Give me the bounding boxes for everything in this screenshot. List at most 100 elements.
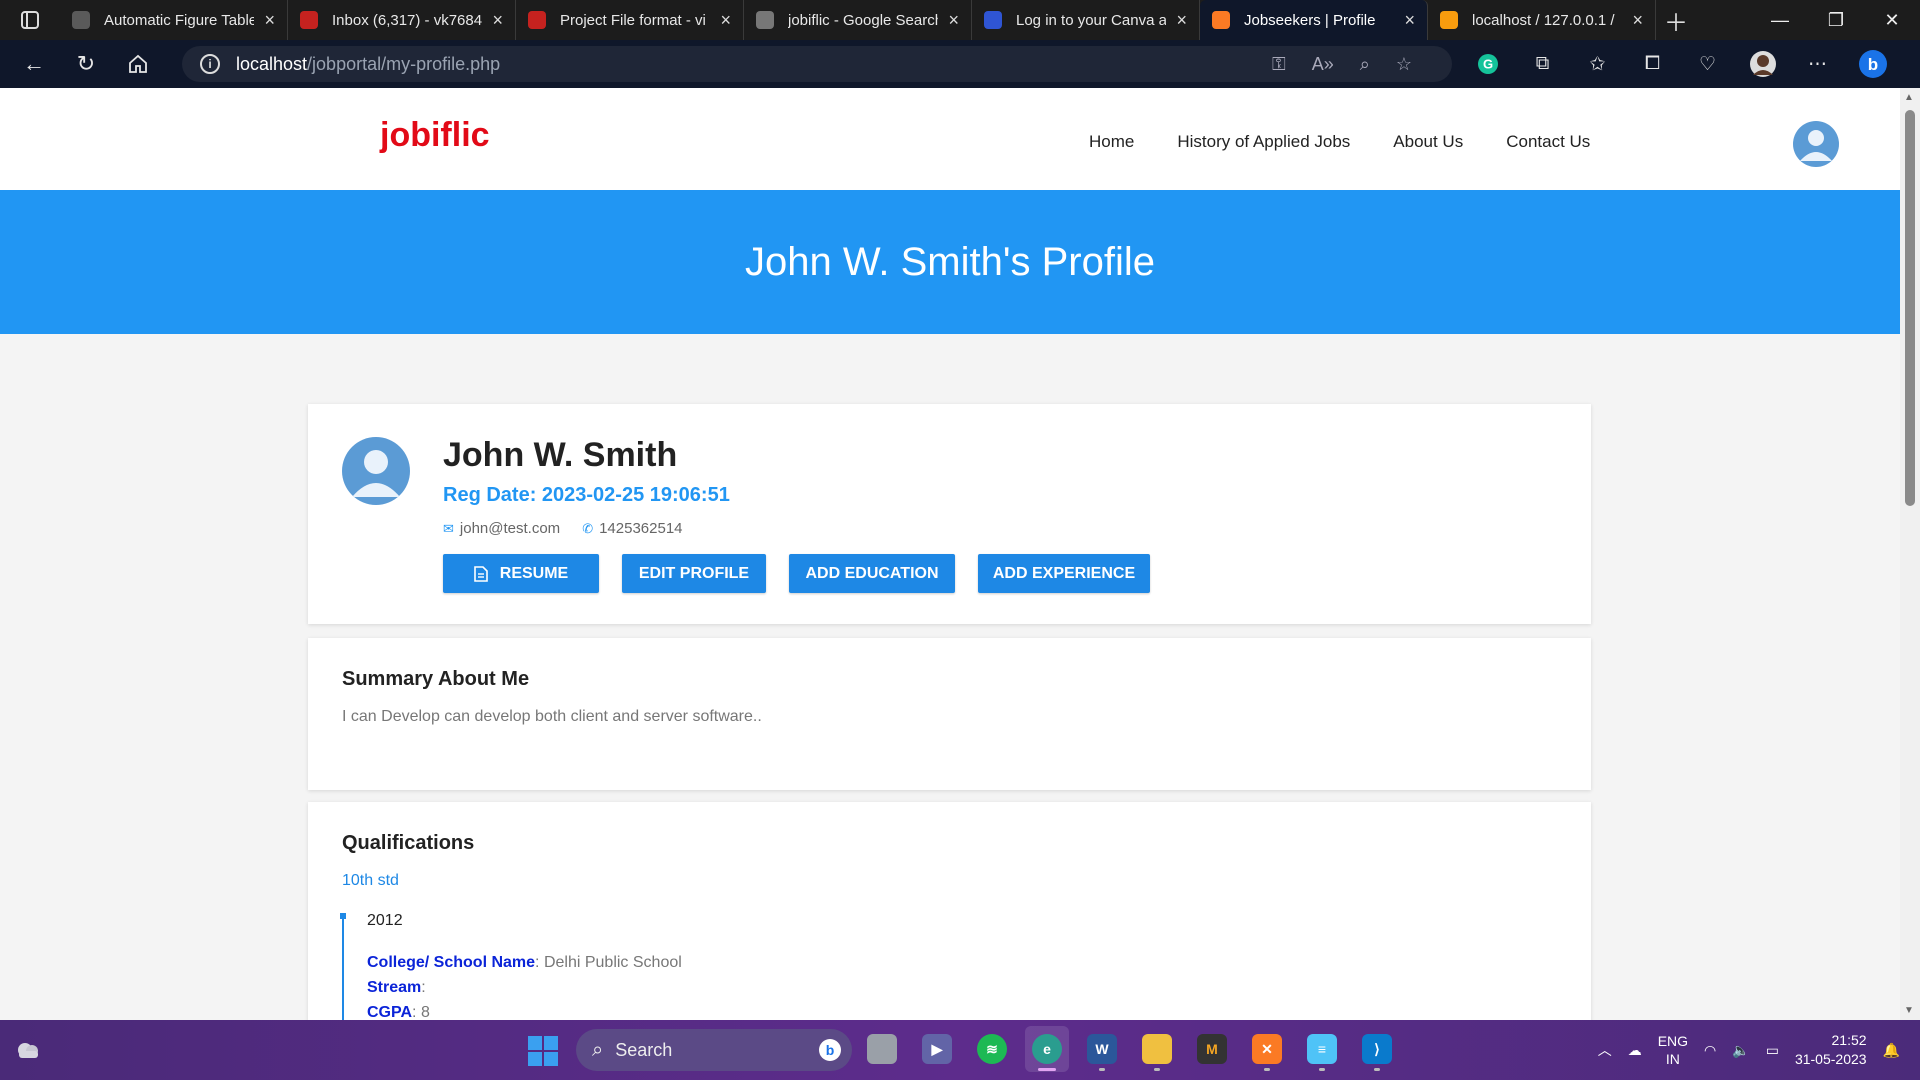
minimize-button[interactable]: — <box>1752 0 1808 40</box>
volume-icon[interactable]: 🔈 <box>1732 1042 1749 1059</box>
nav-history-applied-jobs[interactable]: History of Applied Jobs <box>1177 132 1350 152</box>
bing-icon[interactable]: b <box>1845 49 1900 79</box>
window-controls: — ❐ ✕ <box>1752 0 1920 40</box>
browser-tab[interactable]: Automatic Figure Table × <box>60 0 288 40</box>
browser-tab[interactable]: Project File format - vi × <box>516 0 744 40</box>
tab-title: localhost / 127.0.0.1 / <box>1472 11 1615 29</box>
key-icon[interactable]: ⚿ <box>1272 54 1286 75</box>
back-button[interactable]: ← <box>8 40 60 88</box>
resume-button[interactable]: RESUME <box>443 554 599 593</box>
nav-about-us[interactable]: About Us <box>1393 132 1463 152</box>
browser-tab[interactable]: localhost / 127.0.0.1 / × <box>1428 0 1656 40</box>
taskbar-search-label: Search <box>615 1039 673 1060</box>
favorites-icon[interactable]: ✩ <box>1570 53 1625 76</box>
read-aloud-icon[interactable]: A» <box>1312 54 1334 75</box>
add-experience-button[interactable]: ADD EXPERIENCE <box>978 554 1150 593</box>
profile-phone: 1425362514 <box>599 520 683 537</box>
chatgpt-icon <box>72 11 90 29</box>
tab-title: Automatic Figure Table <box>104 11 255 29</box>
onedrive-icon[interactable]: ☁ <box>1628 1042 1642 1059</box>
tab-actions-icon <box>21 11 39 29</box>
address-bar[interactable]: i localhost/jobportal/my-profile.php ⚿ A… <box>182 46 1452 82</box>
collections-icon[interactable]: ⧠ <box>1625 53 1680 75</box>
mysql-workbench-button[interactable]: M <box>1190 1026 1234 1072</box>
document-icon <box>473 565 488 582</box>
zoom-icon[interactable]: ⌕ <box>1360 54 1370 75</box>
qualification-stream: Stream: <box>367 979 426 996</box>
profile-card: John W. Smith Reg Date: 2023-02-25 19:06… <box>308 404 1591 624</box>
language-indicator[interactable]: ENG IN <box>1658 1032 1688 1068</box>
spotify-button[interactable]: ≋ <box>970 1026 1014 1072</box>
weather-icon[interactable] <box>14 1037 42 1063</box>
scroll-down-arrow-icon[interactable]: ▼ <box>1904 1005 1914 1016</box>
extensions-icon[interactable]: ⧉ <box>1515 53 1570 75</box>
tab-actions-button[interactable] <box>0 0 60 40</box>
browser-tab[interactable]: Jobseekers | Profile × <box>1200 0 1428 40</box>
xampp-button[interactable]: ✕ <box>1245 1026 1289 1072</box>
clock[interactable]: 21:52 31-05-2023 <box>1795 1031 1867 1069</box>
tab-title: Inbox (6,317) - vk7684 <box>332 11 483 29</box>
scroll-up-arrow-icon[interactable]: ▲ <box>1904 92 1914 103</box>
profile-avatar-icon[interactable] <box>1735 51 1790 77</box>
teams-chat-button[interactable]: ▶ <box>915 1026 959 1072</box>
word-button[interactable]: W <box>1080 1026 1124 1072</box>
close-tab-icon[interactable]: × <box>948 10 959 31</box>
qualification-cgpa: CGPA: 8 <box>367 1004 430 1020</box>
close-tab-icon[interactable]: × <box>720 10 731 31</box>
home-button[interactable] <box>112 40 164 88</box>
performance-icon[interactable]: ♡ <box>1680 53 1735 76</box>
qualifications-heading: Qualifications <box>342 832 475 854</box>
notepad-button[interactable]: ≡ <box>1300 1026 1344 1072</box>
browser-tab[interactable]: Inbox (6,317) - vk7684 × <box>288 0 516 40</box>
qualification-school: College/ School Name: Delhi Public Schoo… <box>367 954 682 971</box>
nav-contact-us[interactable]: Contact Us <box>1506 132 1590 152</box>
wifi-icon[interactable]: ◠ <box>1704 1042 1716 1059</box>
taskbar-apps: ▶ ≋ e W M ✕ ≡ ⟩ <box>860 1026 1399 1072</box>
edge-browser-button[interactable]: e <box>1025 1026 1069 1072</box>
close-tab-icon[interactable]: × <box>1176 10 1187 31</box>
show-hidden-icons-icon[interactable]: ︿ <box>1598 1040 1612 1060</box>
timeline-line <box>342 914 344 1020</box>
bing-search-icon: b <box>819 1039 841 1061</box>
restore-button[interactable]: ❐ <box>1808 0 1864 40</box>
close-tab-icon[interactable]: × <box>264 10 275 31</box>
svg-text:b: b <box>1867 55 1877 74</box>
nav-home[interactable]: Home <box>1089 132 1134 152</box>
add-favorite-icon[interactable]: ☆ <box>1396 54 1412 75</box>
scrollbar-thumb[interactable] <box>1905 110 1915 506</box>
tab-title: Jobseekers | Profile <box>1244 11 1376 29</box>
site-logo[interactable]: jobiflic <box>380 116 490 155</box>
user-avatar-icon[interactable] <box>1793 121 1839 167</box>
notifications-icon[interactable]: 🔔 <box>1883 1042 1900 1059</box>
profile-hero-banner: John W. Smith's Profile <box>0 190 1900 334</box>
browser-tab-bar: Automatic Figure Table × Inbox (6,317) - v… <box>0 0 1920 40</box>
url-text[interactable]: localhost/jobportal/my-profile.php <box>236 54 500 75</box>
search-icon: ⌕ <box>592 1038 604 1061</box>
profile-name: John W. Smith <box>443 436 678 474</box>
site-info-icon[interactable]: i <box>200 54 220 74</box>
task-view-button[interactable] <box>860 1026 904 1072</box>
file-explorer-button[interactable] <box>1135 1026 1179 1072</box>
close-tab-icon[interactable]: × <box>1632 10 1643 31</box>
qualification-year: 2012 <box>367 912 403 929</box>
browser-tab[interactable]: jobiflic - Google Search × <box>744 0 972 40</box>
page-title: John W. Smith's Profile <box>745 239 1155 284</box>
new-tab-button[interactable]: ＋ <box>1656 0 1696 40</box>
tab-title: Project File format - vi <box>560 11 706 29</box>
page-scrollbar[interactable]: ▲ ▼ <box>1900 88 1920 1020</box>
more-menu-icon[interactable]: ⋯ <box>1790 53 1845 76</box>
close-tab-icon[interactable]: × <box>492 10 503 31</box>
close-window-button[interactable]: ✕ <box>1864 0 1920 40</box>
edit-profile-button[interactable]: EDIT PROFILE <box>622 554 766 593</box>
browser-tab[interactable]: Log in to your Canva a × <box>972 0 1200 40</box>
start-button[interactable] <box>528 1036 558 1066</box>
refresh-button[interactable]: ↻ <box>60 40 112 88</box>
gmail-icon <box>300 11 318 29</box>
taskbar-search[interactable]: ⌕ Search b <box>576 1029 852 1071</box>
battery-icon[interactable]: ▭ <box>1766 1042 1779 1059</box>
add-education-button[interactable]: ADD EDUCATION <box>789 554 955 593</box>
grammarly-icon[interactable]: G <box>1460 53 1515 75</box>
close-tab-icon[interactable]: × <box>1404 10 1415 31</box>
vscode-button[interactable]: ⟩ <box>1355 1026 1399 1072</box>
main-nav: Home History of Applied Jobs About Us Co… <box>1089 132 1590 152</box>
